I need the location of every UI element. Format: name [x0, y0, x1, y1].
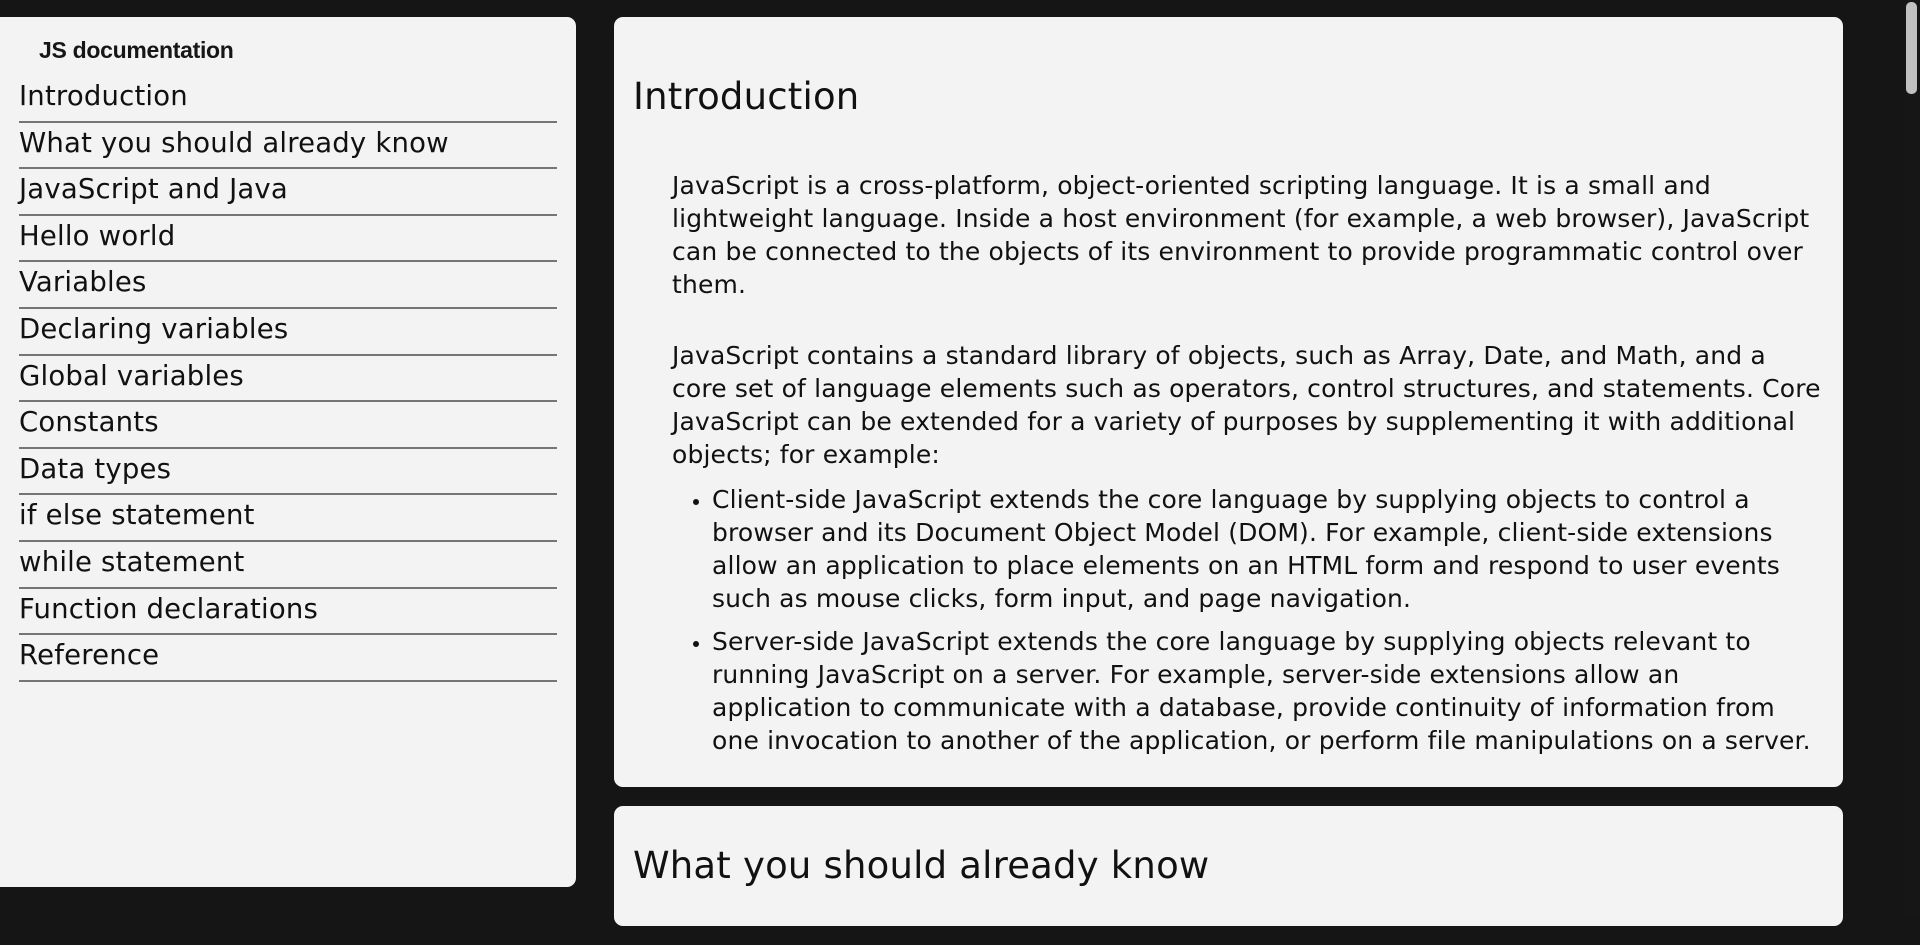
nav-link-declaring-variables[interactable]: Declaring variables: [19, 309, 557, 356]
section-title: Introduction: [633, 75, 860, 118]
section-paragraph: JavaScript contains a standard library o…: [672, 341, 1821, 469]
nav-link-introduction[interactable]: Introduction: [19, 76, 557, 123]
nav-link-global-variables[interactable]: Global variables: [19, 356, 557, 403]
nav-link-reference[interactable]: Reference: [19, 635, 557, 682]
sidebar-nav: JS documentation Introduction What you s…: [0, 17, 576, 887]
nav-link-if-else-statement[interactable]: if else statement: [19, 495, 557, 542]
page-scrollbar[interactable]: [1903, 0, 1920, 915]
section-paragraph: JavaScript is a cross-platform, object-o…: [672, 171, 1810, 299]
nav-link-hello-world[interactable]: Hello world: [19, 216, 557, 263]
section-introduction: Introduction JavaScript is a cross-platf…: [614, 17, 1843, 787]
nav-link-javascript-and-java[interactable]: JavaScript and Java: [19, 169, 557, 216]
nav-link-data-types[interactable]: Data types: [19, 449, 557, 496]
list-item: Client-side JavaScript extends the core …: [712, 483, 1823, 615]
scrollbar-thumb[interactable]: [1906, 2, 1917, 94]
nav-list: Introduction What you should already kno…: [19, 76, 557, 682]
section-what-you-should-already-know: What you should already know: [614, 806, 1843, 926]
sidebar-title: JS documentation: [39, 37, 234, 63]
nav-link-what-you-should-already-know[interactable]: What you should already know: [19, 123, 557, 170]
section-title: What you should already know: [633, 844, 1210, 887]
main-doc: Introduction JavaScript is a cross-platf…: [614, 17, 1843, 945]
list-item: Server-side JavaScript extends the core …: [712, 625, 1823, 757]
section-list: Client-side JavaScript extends the core …: [633, 483, 1823, 757]
nav-link-while-statement[interactable]: while statement: [19, 542, 557, 589]
nav-link-constants[interactable]: Constants: [19, 402, 557, 449]
nav-link-variables[interactable]: Variables: [19, 262, 557, 309]
nav-link-function-declarations[interactable]: Function declarations: [19, 589, 557, 636]
